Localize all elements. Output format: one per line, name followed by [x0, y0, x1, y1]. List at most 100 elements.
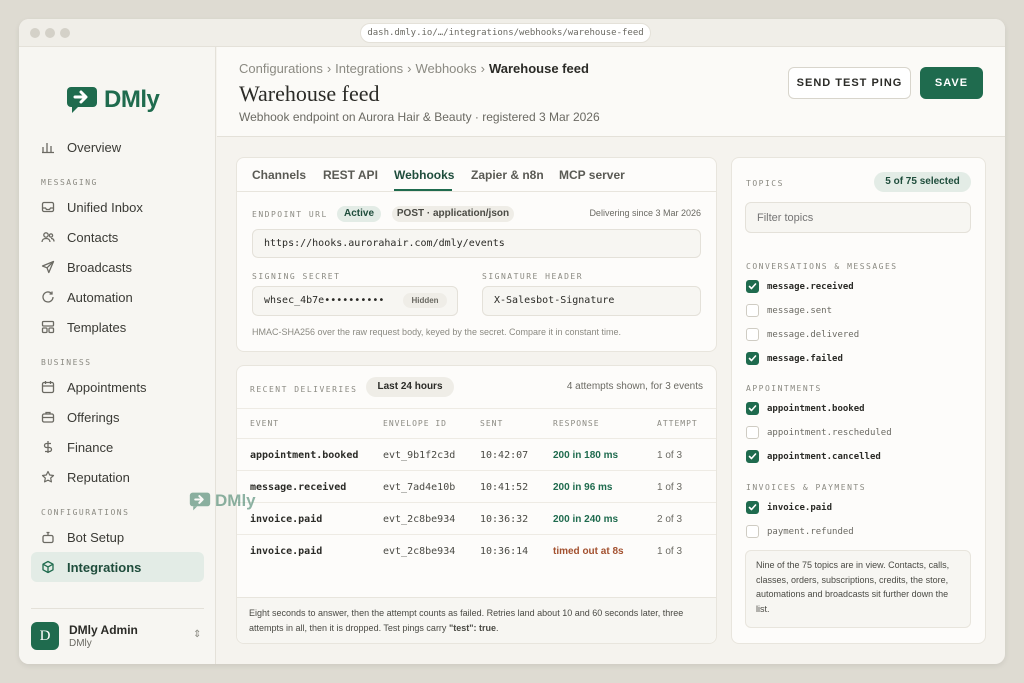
topic-item[interactable]: payment.refunded — [746, 525, 854, 538]
sidebar-item-automation[interactable]: Automation — [31, 282, 204, 312]
sidebar-item-label: Automation — [67, 289, 133, 305]
table-row[interactable]: invoice.paid evt_2c8be934 10:36:14 timed ou… — [237, 534, 716, 566]
dollar-icon — [41, 440, 55, 454]
calendar-icon — [41, 380, 55, 394]
account-switcher-icon[interactable]: ⇕ — [193, 629, 201, 640]
send-test-ping-button[interactable]: SEND TEST PING — [788, 67, 911, 99]
topic-item[interactable]: message.delivered — [746, 328, 859, 341]
topic-checkbox[interactable] — [746, 402, 759, 415]
sidebar-item-bot-setup[interactable]: Bot Setup — [31, 522, 204, 552]
crumb-current: Warehouse feed — [488, 61, 589, 76]
sidebar-item-label: Bot Setup — [67, 529, 125, 545]
signature-header-input[interactable]: X-Salesbot-Signature — [482, 286, 701, 316]
sidebar-item-label: Broadcasts — [67, 259, 133, 275]
event-name: appointment.booked — [250, 450, 359, 461]
table-divider — [237, 408, 716, 409]
sidebar-item-finance[interactable]: Finance — [31, 432, 204, 462]
topic-checkbox[interactable] — [746, 525, 759, 538]
avatar[interactable]: D — [31, 622, 59, 650]
endpoint-url-input[interactable]: https://hooks.aurorahair.com/dmly/events — [252, 229, 701, 258]
crumb-integrations[interactable]: Integrations — [335, 61, 403, 76]
topic-item[interactable]: message.sent — [746, 304, 832, 317]
topic-item[interactable]: invoice.paid — [746, 501, 832, 514]
table-row[interactable]: message.received evt_7ad4e10b 10:41:52 200 … — [237, 470, 716, 502]
tab-webhooks[interactable]: Webhooks — [394, 168, 454, 182]
page-subtitle: Webhook endpoint on Aurora Hair & Beauty… — [239, 110, 600, 124]
tab-mcp-server[interactable]: MCP server — [559, 168, 625, 182]
topic-checkbox[interactable] — [746, 280, 759, 293]
retry-footnote: Eight seconds to answer, then the attemp… — [237, 597, 716, 643]
topic-name: message.failed — [767, 353, 843, 364]
col-event: EVENT — [250, 419, 280, 428]
hidden-badge[interactable]: Hidden — [403, 293, 447, 308]
topic-checkbox[interactable] — [746, 426, 759, 439]
table-row[interactable]: invoice.paid evt_2c8be934 10:36:32 200 in 2… — [237, 502, 716, 534]
envelope-id: evt_7ad4e10b — [383, 482, 456, 493]
topic-checkbox[interactable] — [746, 304, 759, 317]
sidebar-item-templates[interactable]: Templates — [31, 312, 204, 342]
address-bar[interactable]: dash.dmly.io/…/integrations/webhooks/war… — [360, 23, 651, 43]
topic-item[interactable]: message.failed — [746, 352, 843, 365]
bot-icon — [41, 530, 55, 544]
topic-checkbox[interactable] — [746, 501, 759, 514]
signing-secret-input[interactable]: whsec_4b7e•••••••••• Hidden — [252, 286, 458, 316]
sidebar-item-appointments[interactable]: Appointments — [31, 372, 204, 402]
user-org: DMly — [69, 638, 92, 649]
endpoint-url-label: ENDPOINT URL — [252, 210, 328, 219]
tab-rest-api[interactable]: REST API — [323, 168, 378, 182]
sidebar-section-business: BUSINESS — [41, 358, 92, 367]
sidebar-item-integrations[interactable]: Integrations — [31, 552, 204, 582]
sidebar-item-label: Offerings — [67, 409, 120, 425]
event-name: invoice.paid — [250, 546, 323, 557]
refresh-icon — [41, 290, 55, 304]
tab-channels[interactable]: Channels — [252, 168, 306, 182]
sent-time: 10:42:07 — [480, 450, 529, 461]
sidebar-section-configurations: CONFIGURATIONS — [41, 508, 130, 517]
sidebar-item-label: Contacts — [67, 229, 119, 245]
sidebar-item-offerings[interactable]: Offerings — [31, 402, 204, 432]
topics-count-badge: 5 of 75 selected — [874, 172, 971, 192]
crumb-webhooks[interactable]: Webhooks — [415, 61, 476, 76]
attempt-count: 1 of 3 — [657, 450, 683, 461]
signing-secret-value: whsec_4b7e•••••••••• — [264, 295, 385, 306]
time-range-filter[interactable]: Last 24 hours — [366, 377, 454, 397]
envelope-id: evt_9b1f2c3d — [383, 450, 456, 461]
topic-checkbox[interactable] — [746, 450, 759, 463]
attempt-count: 1 of 3 — [657, 482, 683, 493]
tab-zapier-n8n[interactable]: Zapier & n8n — [471, 168, 544, 182]
sidebar-item-reputation[interactable]: Reputation — [31, 462, 204, 492]
page-title: Warehouse feed — [239, 81, 380, 106]
brand-logo[interactable]: DMly — [66, 86, 160, 114]
sidebar-item-label: Appointments — [67, 379, 147, 395]
topic-checkbox[interactable] — [746, 328, 759, 341]
col-response: RESPONSE — [553, 419, 600, 428]
topic-checkbox[interactable] — [746, 352, 759, 365]
topic-item[interactable]: appointment.rescheduled — [746, 426, 892, 439]
user-divider — [31, 608, 204, 609]
sidebar-section-messaging: MESSAGING — [41, 178, 98, 187]
app-window: dash.dmly.io/…/integrations/webhooks/war… — [19, 19, 1005, 664]
crumb-separator: › — [480, 61, 485, 76]
topic-item[interactable]: appointment.cancelled — [746, 450, 881, 463]
window-minimize-dot[interactable] — [45, 28, 55, 38]
sidebar-item-unified-inbox[interactable]: Unified Inbox — [31, 192, 204, 222]
sidebar-item-label: Finance — [67, 439, 114, 455]
sidebar-item-broadcasts[interactable]: Broadcasts — [31, 252, 204, 282]
topic-filter-input[interactable] — [745, 202, 971, 233]
page-header: Configurations › Integrations › Webhooks › War… — [217, 47, 1005, 137]
sidebar-item-overview[interactable]: Overview — [31, 132, 204, 162]
sidebar-item-contacts[interactable]: Contacts — [31, 222, 204, 252]
active-tab-indicator — [394, 189, 452, 191]
footnote-end: . — [495, 623, 499, 633]
col-attempt: ATTEMPT — [657, 419, 698, 428]
method-badge: POST · application/json — [392, 206, 514, 222]
topic-item[interactable]: message.received — [746, 280, 854, 293]
star-icon — [41, 470, 55, 484]
envelope-id: evt_2c8be934 — [383, 546, 456, 557]
window-zoom-dot[interactable] — [60, 28, 70, 38]
topic-item[interactable]: appointment.booked — [746, 402, 865, 415]
save-button[interactable]: SAVE — [920, 67, 983, 99]
table-row[interactable]: appointment.booked evt_9b1f2c3d 10:42:07 20… — [237, 438, 716, 470]
window-close-dot[interactable] — [30, 28, 40, 38]
crumb-configurations[interactable]: Configurations — [239, 61, 323, 76]
